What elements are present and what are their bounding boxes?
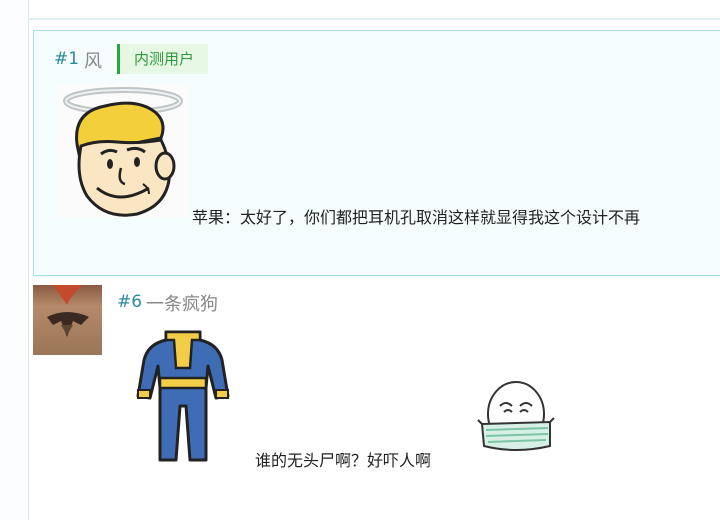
- comment-6-text: 谁的无头尸啊？好吓人啊: [255, 451, 432, 470]
- user-badge: 内测用户: [117, 44, 209, 74]
- comment-6-author[interactable]: 一条疯狗: [146, 290, 218, 316]
- comment-1-text: 苹果：太好了，你们都把耳机孔取消这样就显得我这个设计不再: [192, 208, 641, 227]
- left-gutter: [0, 0, 29, 520]
- comment-1-author[interactable]: 风: [84, 47, 102, 73]
- vault-boy-halo-icon: [57, 84, 189, 218]
- comment-6-floor[interactable]: #6: [117, 292, 142, 312]
- comment-1-floor[interactable]: #1: [54, 49, 79, 69]
- vault-suit-icon: [136, 326, 230, 466]
- divider: [28, 18, 720, 20]
- tattoo-back-photo[interactable]: [33, 285, 102, 355]
- masked-face-sticker-icon: [476, 376, 556, 464]
